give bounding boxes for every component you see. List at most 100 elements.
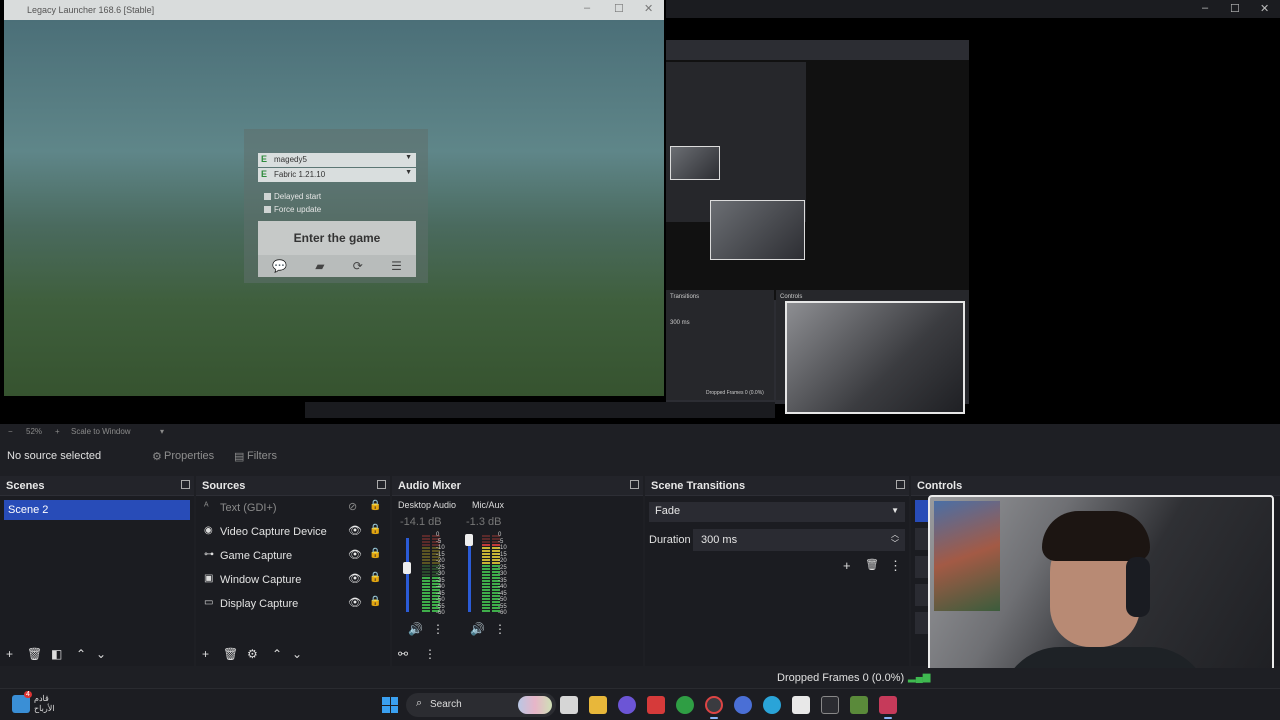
source-item[interactable]: ᴬ Text (GDI+) ⊘ 🔒 bbox=[196, 498, 386, 520]
source-item[interactable]: ▭ Display Capture 👁 🔒 bbox=[196, 594, 386, 616]
lock-icon[interactable]: 🔒 bbox=[369, 500, 381, 511]
obs-preview[interactable]: Legacy Launcher 168.6 [Stable] – ☐ ✕ E m… bbox=[0, 0, 1280, 424]
lock-icon[interactable]: 🔒 bbox=[369, 572, 381, 583]
sources-toolbar: + 🗑 ⚙ ⌃ ⌄ bbox=[196, 642, 390, 666]
arrow-down-icon[interactable]: ⌄ bbox=[96, 647, 106, 661]
arrow-up-icon[interactable]: ⌃ bbox=[272, 647, 282, 661]
signal-bars-icon: ▂▄▆ bbox=[908, 672, 931, 683]
version-select[interactable]: E Fabric 1.21.10 ▼ bbox=[258, 168, 416, 182]
add-icon[interactable]: + bbox=[6, 647, 13, 661]
scene-item[interactable]: Scene 2 bbox=[4, 500, 190, 520]
close-icon[interactable]: ✕ bbox=[1260, 2, 1269, 15]
spin-arrows-icon[interactable]: ︿ ﹀ bbox=[891, 530, 899, 548]
undock-icon[interactable] bbox=[377, 480, 386, 489]
eye-hidden-icon[interactable]: ⊘ bbox=[348, 500, 357, 513]
scale-mode-select[interactable]: Scale to Window bbox=[71, 427, 131, 436]
eye-icon[interactable]: 👁 bbox=[348, 548, 362, 561]
filter-icon[interactable]: ◧ bbox=[51, 647, 62, 661]
trash-icon[interactable]: 🗑 bbox=[27, 647, 42, 661]
properties-button[interactable]: Properties bbox=[164, 450, 214, 462]
start-streaming-button[interactable] bbox=[915, 500, 929, 522]
chat-icon[interactable]: 💬 bbox=[272, 259, 287, 273]
maximize-icon[interactable]: ☐ bbox=[1230, 2, 1240, 15]
xbox-icon[interactable] bbox=[676, 696, 694, 714]
link-icon[interactable]: ⚯ bbox=[398, 647, 408, 661]
close-icon[interactable]: ✕ bbox=[644, 2, 653, 15]
app-blue-icon[interactable] bbox=[734, 696, 752, 714]
meter-segment bbox=[482, 597, 490, 600]
trash-icon[interactable]: 🗑 bbox=[223, 647, 238, 661]
zoom-out-button[interactable]: − bbox=[8, 427, 13, 436]
meter-segment bbox=[422, 591, 430, 594]
scenes-dock: Scenes Scene 2 + 🗑 ◧ ⌃ ⌄ bbox=[0, 476, 194, 666]
transition-select[interactable]: Fade ▼ bbox=[649, 502, 905, 522]
obs-icon[interactable] bbox=[705, 696, 723, 714]
enter-game-button[interactable]: Enter the game bbox=[258, 221, 416, 255]
source-item[interactable]: ▣ Window Capture 👁 🔒 bbox=[196, 570, 386, 592]
studio-mode-button[interactable] bbox=[915, 584, 929, 606]
maximize-icon[interactable]: ☐ bbox=[614, 2, 624, 15]
terminal-icon[interactable] bbox=[821, 696, 839, 714]
folder-icon[interactable]: ▰ bbox=[315, 259, 324, 273]
account-select[interactable]: E magedy5 ▼ bbox=[258, 153, 416, 167]
minimize-icon[interactable]: – bbox=[584, 2, 590, 14]
eye-icon[interactable]: 👁 bbox=[348, 596, 362, 609]
gear-icon[interactable]: ⚙ bbox=[247, 647, 258, 661]
lock-icon[interactable]: 🔒 bbox=[369, 548, 381, 559]
add-icon[interactable]: + bbox=[843, 558, 851, 573]
capcut-icon[interactable] bbox=[792, 696, 810, 714]
lock-icon[interactable]: 🔒 bbox=[369, 524, 381, 535]
speaker-icon[interactable]: 🔊 bbox=[408, 622, 423, 636]
add-icon[interactable]: + bbox=[202, 647, 209, 661]
chevron-down-icon[interactable]: ▾ bbox=[160, 427, 164, 436]
filter-icon[interactable]: ▤ bbox=[234, 450, 244, 463]
lock-icon[interactable]: 🔒 bbox=[369, 596, 381, 607]
taskbar-search[interactable]: ⌕ Search bbox=[406, 693, 556, 717]
volume-fader[interactable] bbox=[465, 534, 473, 612]
widgets-button[interactable]: 4 قادم الأرباح bbox=[12, 691, 62, 717]
file-explorer-icon[interactable] bbox=[589, 696, 607, 714]
capcut-active-icon[interactable] bbox=[879, 696, 897, 714]
undock-icon[interactable] bbox=[896, 480, 905, 489]
virtual-camera-button[interactable] bbox=[915, 556, 929, 578]
minecraft-icon[interactable] bbox=[850, 696, 868, 714]
duration-spinbox[interactable]: 300 ms ︿ ﹀ bbox=[693, 529, 905, 551]
task-view-icon[interactable] bbox=[560, 696, 578, 714]
undock-icon[interactable] bbox=[181, 480, 190, 489]
arrow-up-icon[interactable]: ⌃ bbox=[76, 647, 86, 661]
fader-knob[interactable] bbox=[465, 534, 473, 546]
fader-knob[interactable] bbox=[403, 562, 411, 574]
force-update-checkbox[interactable]: Force update bbox=[264, 205, 321, 214]
menu-icon[interactable]: ☰ bbox=[391, 259, 402, 273]
delayed-start-checkbox[interactable]: Delayed start bbox=[264, 192, 321, 201]
meter-segment bbox=[422, 549, 430, 552]
app-red-icon[interactable] bbox=[647, 696, 665, 714]
widgets-line: الأرباح bbox=[34, 704, 55, 713]
more-icon[interactable]: ⋮ bbox=[889, 558, 902, 574]
zoom-in-button[interactable]: + bbox=[55, 427, 60, 436]
gear-icon[interactable]: ⚙ bbox=[152, 450, 162, 463]
legacy-launcher-window[interactable]: Legacy Launcher 168.6 [Stable] – ☐ ✕ E m… bbox=[4, 0, 664, 396]
filters-button[interactable]: Filters bbox=[247, 450, 277, 462]
undock-icon[interactable] bbox=[630, 480, 639, 489]
windows-start-icon[interactable] bbox=[382, 697, 398, 713]
discord-icon[interactable] bbox=[618, 696, 636, 714]
eye-icon[interactable]: 👁 bbox=[348, 524, 362, 537]
start-recording-button[interactable] bbox=[915, 528, 929, 550]
speaker-icon[interactable]: 🔊 bbox=[470, 622, 485, 636]
minimize-icon[interactable]: – bbox=[1202, 2, 1208, 14]
meter-segment bbox=[482, 609, 490, 612]
source-item[interactable]: ◉ Video Capture Device 👁 🔒 bbox=[196, 522, 386, 544]
refresh-icon[interactable]: ⟳ bbox=[353, 259, 363, 273]
edge-icon[interactable] bbox=[763, 696, 781, 714]
source-item[interactable]: ⊶ Game Capture 👁 🔒 bbox=[196, 546, 386, 568]
arrow-down-icon[interactable]: ⌄ bbox=[292, 647, 302, 661]
volume-fader[interactable] bbox=[403, 538, 411, 612]
trash-icon[interactable]: 🗑 bbox=[865, 558, 879, 571]
settings-button[interactable] bbox=[915, 612, 929, 634]
more-icon[interactable]: ⋮ bbox=[432, 622, 444, 636]
more-icon[interactable]: ⋮ bbox=[424, 647, 436, 661]
more-icon[interactable]: ⋮ bbox=[494, 622, 506, 636]
chevron-down-icon: ▼ bbox=[405, 169, 412, 176]
eye-icon[interactable]: 👁 bbox=[348, 572, 362, 585]
